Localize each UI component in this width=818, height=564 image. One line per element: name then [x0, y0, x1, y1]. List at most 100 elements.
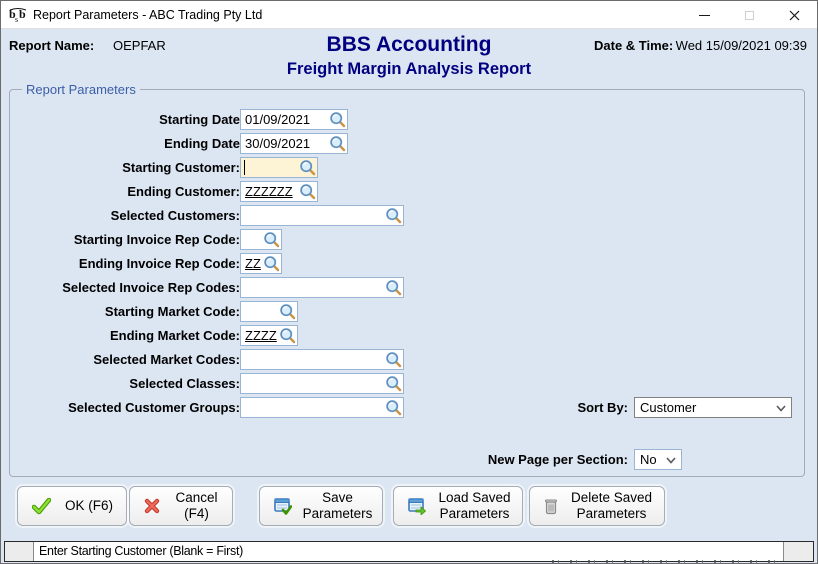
datetime-label: Date & Time: [594, 38, 674, 53]
ending-invoice-rep-code-field [240, 253, 282, 274]
ending-customer-field [240, 181, 318, 202]
field-row: Starting Market Code: [10, 301, 804, 323]
sort-by-value: Customer [640, 400, 697, 415]
background-window-artifact [541, 560, 776, 563]
field-row: Starting Customer: [10, 157, 804, 179]
save-parameters-icon [274, 497, 292, 515]
load-saved-parameters-icon [408, 497, 426, 515]
selected-market-codes-field [240, 349, 404, 370]
save-parameters-label: Save Parameters [302, 490, 373, 521]
field-row: Selected Classes: [10, 373, 804, 395]
ok-button[interactable]: OK (F6) [17, 486, 127, 526]
starting-invoice-rep-code-field [240, 229, 282, 250]
cancel-button[interactable]: Cancel (F4) [129, 486, 233, 526]
field-row: Selected Invoice Rep Codes: [10, 277, 804, 299]
lookup-icon[interactable] [385, 375, 402, 392]
sort-by-label: Sort By: [577, 400, 628, 415]
red-cross-icon [144, 498, 160, 514]
maximize-button[interactable] [727, 1, 772, 29]
ending-market-code-field [240, 325, 298, 346]
ending-date-label: Ending Date [164, 136, 240, 151]
selected-classes-label: Selected Classes: [129, 376, 240, 391]
starting-market-code-field [240, 301, 298, 322]
selected-market-codes-label: Selected Market Codes: [93, 352, 240, 367]
selected-customer-groups-label: Selected Customer Groups: [68, 400, 240, 415]
status-bar-right-cell [783, 542, 813, 561]
ending-customer-label: Ending Customer: [127, 184, 240, 199]
field-row: Ending Customer: [10, 181, 804, 203]
lookup-icon[interactable] [385, 351, 402, 368]
minimize-icon [699, 14, 710, 16]
lookup-icon[interactable] [385, 399, 402, 416]
delete-saved-parameters-label: Delete Saved Parameters [570, 490, 653, 521]
selected-customers-label: Selected Customers: [110, 208, 240, 223]
groupbox-legend: Report Parameters [22, 82, 140, 97]
save-parameters-button[interactable]: Save Parameters [259, 486, 383, 526]
field-row: Selected Customers: [10, 205, 804, 227]
starting-date-field [240, 109, 348, 130]
selected-classes-field [240, 373, 404, 394]
button-bar: OK (F6) Cancel (F4) Save Parameters Load… [1, 485, 817, 529]
lookup-icon[interactable] [329, 111, 346, 128]
window-controls [682, 1, 817, 29]
selected-classes-input[interactable] [240, 373, 404, 394]
lookup-icon[interactable] [385, 279, 402, 296]
field-row: Ending Date [10, 133, 804, 155]
maximize-icon [745, 10, 754, 20]
lookup-icon[interactable] [263, 255, 280, 272]
field-row: Starting Date [10, 109, 804, 131]
ok-button-label: OK (F6) [64, 498, 113, 514]
status-bar: Enter Starting Customer (Blank = First) [4, 541, 814, 562]
delete-saved-parameters-icon [545, 499, 557, 514]
lookup-icon[interactable] [279, 303, 296, 320]
field-row: Starting Invoice Rep Code: [10, 229, 804, 251]
selected-market-codes-input[interactable] [240, 349, 404, 370]
starting-date-label: Starting Date [159, 112, 240, 127]
status-bar-left-cell [5, 542, 34, 561]
field-row: Selected Market Codes: [10, 349, 804, 371]
starting-customer-label: Starting Customer: [122, 160, 240, 175]
status-message: Enter Starting Customer (Blank = First) [34, 542, 783, 561]
lookup-icon[interactable] [263, 231, 280, 248]
new-page-per-section-dropdown[interactable]: No [634, 449, 682, 470]
cancel-button-label: Cancel (F4) [175, 490, 218, 521]
title-bar: b s b Report Parameters - ABC Trading Pt… [1, 1, 817, 29]
field-row: Ending Market Code: [10, 325, 804, 347]
starting-market-code-label: Starting Market Code: [104, 304, 240, 319]
close-icon [789, 10, 800, 20]
chevron-down-icon [776, 405, 786, 412]
lookup-icon[interactable] [385, 207, 402, 224]
lookup-icon[interactable] [299, 159, 316, 176]
ending-date-field [240, 133, 348, 154]
sort-by-dropdown[interactable]: Customer [634, 397, 792, 418]
window-title: Report Parameters - ABC Trading Pty Ltd [33, 7, 263, 22]
selected-customer-groups-field [240, 397, 404, 418]
report-parameters-window: b s b Report Parameters - ABC Trading Pt… [0, 0, 818, 564]
load-saved-parameters-label: Load Saved Parameters [438, 490, 511, 521]
text-cursor [244, 160, 245, 175]
delete-saved-parameters-button[interactable]: Delete Saved Parameters [529, 486, 665, 526]
starting-invoice-rep-code-label: Starting Invoice Rep Code: [73, 232, 240, 247]
lookup-icon[interactable] [299, 183, 316, 200]
new-page-per-section-label: New Page per Section: [487, 452, 628, 467]
field-row: Ending Invoice Rep Code: [10, 253, 804, 275]
svg-text:s: s [15, 15, 18, 23]
report-header: Report Name: OEPFAR BBS Accounting Freig… [1, 30, 817, 88]
lookup-icon[interactable] [329, 135, 346, 152]
new-page-per-section-value: No [640, 452, 657, 467]
selected-invoice-rep-codes-label: Selected Invoice Rep Codes: [62, 280, 240, 295]
selected-customer-groups-input[interactable] [240, 397, 404, 418]
minimize-button[interactable] [682, 1, 727, 29]
selected-customers-input[interactable] [240, 205, 404, 226]
chevron-down-icon [666, 457, 676, 464]
load-saved-parameters-button[interactable]: Load Saved Parameters [393, 486, 523, 526]
selected-invoice-rep-codes-field [240, 277, 404, 298]
ending-market-code-label: Ending Market Code: [109, 328, 240, 343]
selected-invoice-rep-codes-input[interactable] [240, 277, 404, 298]
ending-invoice-rep-code-label: Ending Invoice Rep Code: [78, 256, 240, 271]
lookup-icon[interactable] [279, 327, 296, 344]
bsb-app-icon: b s b [9, 7, 27, 23]
close-button[interactable] [772, 1, 817, 29]
green-check-icon [32, 497, 51, 514]
starting-customer-field [240, 157, 318, 178]
